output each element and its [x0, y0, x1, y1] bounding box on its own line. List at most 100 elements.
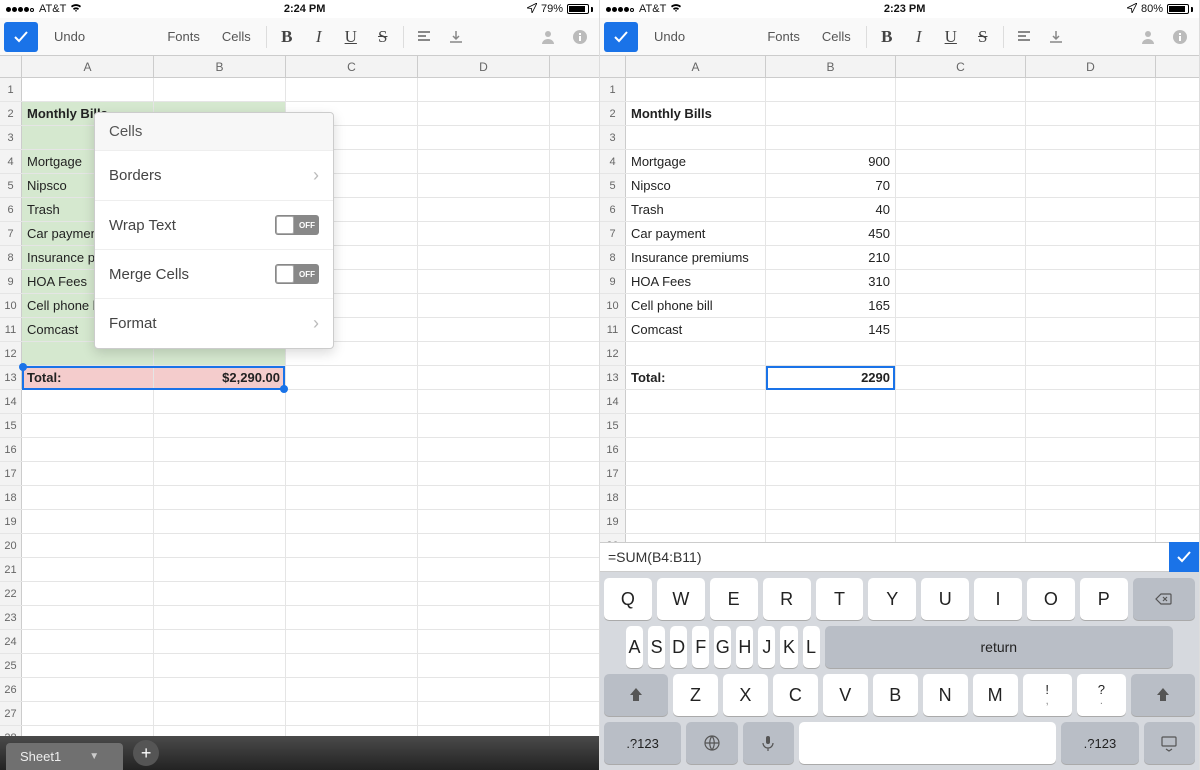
cell[interactable] — [418, 462, 550, 485]
cell[interactable] — [418, 414, 550, 437]
cell[interactable] — [418, 726, 550, 736]
cell[interactable] — [418, 630, 550, 653]
row-header[interactable]: 18 — [0, 486, 22, 509]
row-header[interactable]: 9 — [0, 270, 22, 293]
cell[interactable] — [154, 462, 286, 485]
row-header[interactable]: 27 — [0, 702, 22, 725]
numbers-key[interactable]: .?123 — [604, 722, 681, 764]
info-icon[interactable] — [1165, 22, 1195, 52]
valign-button[interactable] — [1041, 22, 1071, 52]
cell[interactable] — [154, 582, 286, 605]
globe-key[interactable] — [686, 722, 737, 764]
cell[interactable] — [22, 678, 154, 701]
cell[interactable] — [1026, 222, 1156, 245]
column-header[interactable]: B — [154, 56, 286, 77]
key-p[interactable]: P — [1080, 578, 1128, 620]
italic-button[interactable]: I — [304, 22, 334, 52]
strike-button[interactable]: S — [368, 22, 398, 52]
cell[interactable]: Total: — [626, 366, 766, 389]
cell[interactable] — [1026, 126, 1156, 149]
add-sheet-button[interactable]: + — [133, 740, 159, 766]
cell[interactable] — [154, 510, 286, 533]
cell[interactable] — [22, 558, 154, 581]
cell[interactable] — [1026, 246, 1156, 269]
row-header[interactable]: 23 — [0, 606, 22, 629]
cell[interactable] — [22, 534, 154, 557]
cell[interactable] — [22, 702, 154, 725]
cell[interactable] — [896, 174, 1026, 197]
cell[interactable] — [766, 486, 896, 509]
comma-key[interactable]: !, — [1023, 674, 1072, 716]
cell[interactable] — [286, 390, 418, 413]
column-header[interactable]: C — [286, 56, 418, 77]
cell[interactable] — [896, 126, 1026, 149]
key-q[interactable]: Q — [604, 578, 652, 620]
column-header[interactable]: C — [896, 56, 1026, 77]
cell[interactable] — [418, 198, 550, 221]
row-header[interactable]: 10 — [600, 294, 626, 317]
cell[interactable] — [22, 606, 154, 629]
borders-item[interactable]: Borders › — [95, 151, 333, 201]
row-header[interactable]: 2 — [600, 102, 626, 125]
cell[interactable]: Trash — [626, 198, 766, 221]
space-key[interactable] — [799, 722, 1056, 764]
cell[interactable] — [418, 558, 550, 581]
key-t[interactable]: T — [816, 578, 864, 620]
cell[interactable] — [1026, 342, 1156, 365]
cell[interactable] — [154, 438, 286, 461]
row-header[interactable]: 14 — [600, 390, 626, 413]
cell[interactable] — [1026, 78, 1156, 101]
cell[interactable]: HOA Fees — [626, 270, 766, 293]
cell[interactable] — [286, 438, 418, 461]
fonts-tab[interactable]: Fonts — [757, 22, 810, 52]
cell[interactable] — [22, 438, 154, 461]
row-header[interactable]: 11 — [0, 318, 22, 341]
cell[interactable] — [766, 390, 896, 413]
merge-toggle[interactable]: OFF — [275, 264, 319, 284]
cell[interactable] — [1026, 366, 1156, 389]
cell[interactable] — [896, 222, 1026, 245]
row-header[interactable]: 13 — [600, 366, 626, 389]
sheet-tab[interactable]: Sheet1 ▼ — [6, 743, 123, 770]
key-e[interactable]: E — [710, 578, 758, 620]
cell[interactable] — [896, 414, 1026, 437]
cell[interactable] — [1026, 414, 1156, 437]
cell[interactable] — [154, 630, 286, 653]
cell[interactable] — [286, 78, 418, 101]
key-f[interactable]: F — [692, 626, 709, 668]
cell[interactable] — [418, 126, 550, 149]
cell[interactable] — [418, 342, 550, 365]
cell[interactable] — [766, 342, 896, 365]
row-header[interactable]: 20 — [0, 534, 22, 557]
cell[interactable] — [896, 390, 1026, 413]
row-header[interactable]: 4 — [0, 150, 22, 173]
row-header[interactable]: 3 — [600, 126, 626, 149]
mic-key[interactable] — [743, 722, 794, 764]
cell[interactable] — [418, 582, 550, 605]
cell[interactable] — [766, 102, 896, 125]
cell[interactable] — [22, 462, 154, 485]
cell[interactable] — [286, 534, 418, 557]
key-k[interactable]: K — [780, 626, 797, 668]
cell[interactable] — [286, 654, 418, 677]
cell[interactable] — [626, 438, 766, 461]
cell[interactable] — [418, 390, 550, 413]
return-key[interactable]: return — [825, 626, 1173, 668]
cell[interactable] — [418, 246, 550, 269]
cell[interactable] — [22, 78, 154, 101]
row-header[interactable]: 24 — [0, 630, 22, 653]
cell[interactable] — [1026, 150, 1156, 173]
cell[interactable]: Nipsco — [626, 174, 766, 197]
cell[interactable] — [154, 558, 286, 581]
cell[interactable] — [154, 390, 286, 413]
cell[interactable]: 900 — [766, 150, 896, 173]
cell[interactable] — [1026, 534, 1156, 542]
key-x[interactable]: X — [723, 674, 768, 716]
cell[interactable]: 210 — [766, 246, 896, 269]
cell[interactable] — [1026, 438, 1156, 461]
cell[interactable] — [626, 462, 766, 485]
cell[interactable] — [22, 390, 154, 413]
cell[interactable] — [418, 294, 550, 317]
cell[interactable]: $2,290.00 — [154, 366, 286, 389]
cell[interactable] — [1026, 390, 1156, 413]
